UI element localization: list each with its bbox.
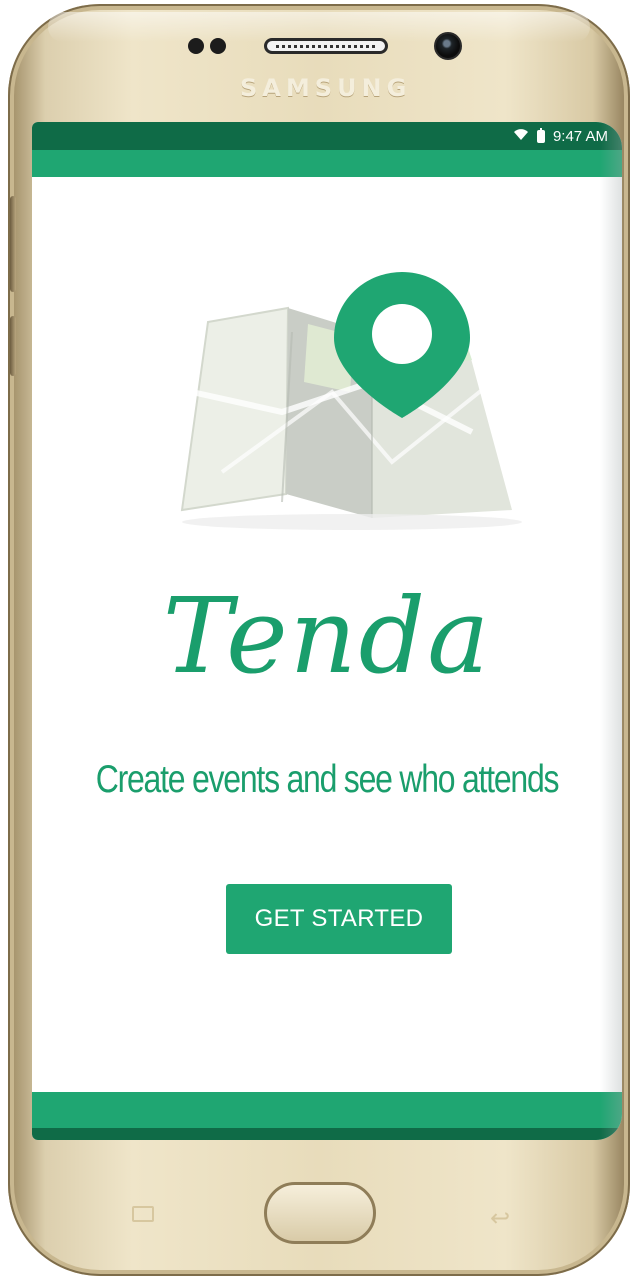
home-button[interactable] — [264, 1182, 376, 1244]
hero-map-illustration — [32, 272, 622, 572]
side-button[interactable] — [10, 316, 16, 376]
earpiece-speaker — [264, 38, 388, 54]
app-tagline: Create events and see who attends — [95, 758, 560, 801]
app-screen: 9:47 AM Tenda Create events and see who … — [32, 122, 622, 1140]
status-time: 9:47 AM — [552, 127, 608, 145]
status-bar: 9:47 AM — [32, 122, 622, 150]
bottom-bar — [32, 1092, 622, 1128]
proximity-sensors — [188, 38, 226, 54]
device-brand: SAMSUNG — [240, 74, 412, 102]
front-camera — [434, 32, 462, 60]
battery-icon — [536, 127, 545, 143]
recent-apps-icon[interactable] — [132, 1206, 154, 1222]
wifi-icon — [513, 128, 529, 145]
volume-button[interactable] — [10, 196, 16, 292]
get-started-button[interactable]: GET STARTED — [226, 884, 452, 954]
bottom-strip — [32, 1128, 622, 1140]
app-title: Tenda — [162, 575, 492, 697]
action-bar — [32, 150, 622, 177]
back-icon[interactable]: ↩ — [490, 1204, 510, 1233]
